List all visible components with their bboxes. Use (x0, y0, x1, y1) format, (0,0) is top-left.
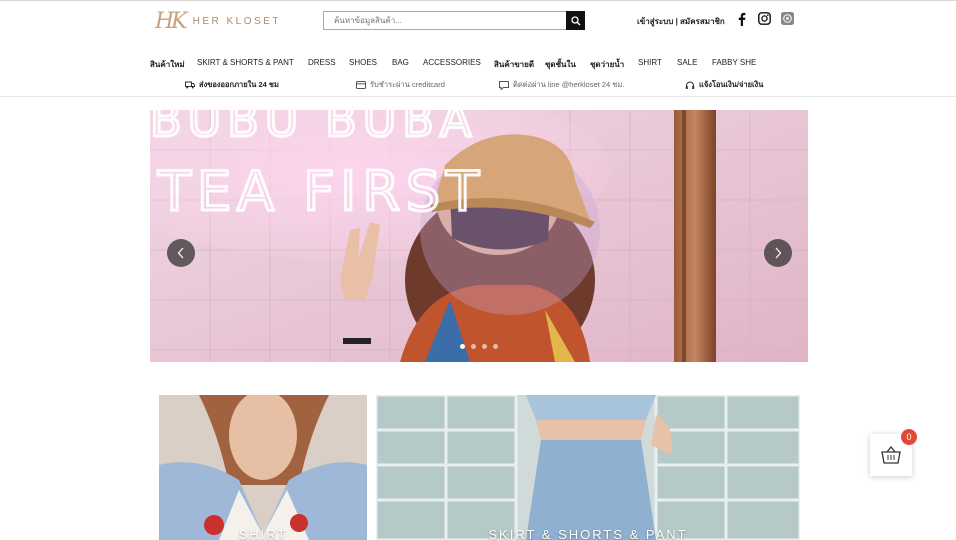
slider-dot[interactable] (482, 344, 487, 349)
nav-item-fabby-she[interactable]: FABBY SHE (712, 58, 756, 67)
info-shipping: ส่งของออกภายใน 24 ชม (185, 79, 279, 91)
slider-dot[interactable] (460, 344, 465, 349)
nav-item-skirt-shorts-pant[interactable]: SKIRT & SHORTS & PANT (197, 58, 294, 67)
category-label: SKIRT & SHORTS & PANT (488, 527, 688, 540)
nav-item-shirt[interactable]: SHIRT (638, 58, 662, 67)
hero-neon-text: BUBU BUBA TEA FIRST (150, 110, 485, 225)
basket-icon (881, 446, 901, 464)
facebook-icon (738, 12, 746, 26)
register-link[interactable]: สมัครสมาชิก (680, 17, 725, 26)
svg-text:TEA FIRST: TEA FIRST (157, 160, 485, 223)
instagram-icon (758, 12, 771, 25)
nav-item-bag[interactable]: BAG (392, 58, 409, 67)
search-button[interactable] (566, 11, 585, 30)
site-logo[interactable]: HK HER KLOSET (155, 9, 281, 34)
category-label: SHIRT (238, 527, 288, 540)
facebook-link[interactable] (737, 12, 746, 26)
info-bar: ส่งของออกภายใน 24 ชม รับชำระผ่าน creditc… (0, 79, 956, 91)
chevron-right-icon (775, 247, 782, 259)
line-icon (781, 12, 794, 25)
nav-item-swimwear[interactable]: ชุดว่ายน้ำ (590, 58, 624, 71)
category-image-skirt (376, 395, 800, 540)
info-notify: แจ้งโอนเงิน/จ่ายเงิน (685, 79, 763, 91)
slider-dot[interactable] (471, 344, 476, 349)
nav-item-bestseller[interactable]: สินค้าขายดี (494, 58, 534, 71)
truck-icon (185, 81, 195, 89)
svg-text:BUBU BUBA: BUBU BUBA (150, 110, 477, 147)
chat-icon (499, 80, 509, 90)
instagram-link[interactable] (758, 12, 771, 25)
nav-item-accessories[interactable]: ACCESSORIES (423, 58, 481, 67)
nav-item-sale[interactable]: SALE (677, 58, 697, 67)
info-contact: ติดต่อผ่าน line @herkloset 24 ชม. (499, 79, 624, 91)
slider-dots (460, 344, 498, 349)
nav-item-underwear[interactable]: ชุดชั้นใน (545, 58, 576, 71)
search-input[interactable] (324, 12, 566, 29)
credit-card-icon (356, 81, 366, 89)
cart-count-badge: 0 (901, 429, 917, 445)
slider-next-button[interactable] (764, 239, 792, 267)
search-icon (570, 15, 580, 25)
category-tile-skirt-shorts-pant[interactable]: SKIRT & SHORTS & PANT (376, 395, 800, 540)
slider-dot[interactable] (493, 344, 498, 349)
chevron-left-icon (177, 247, 184, 259)
nav-item-new[interactable]: สินค้าใหม่ (150, 58, 185, 71)
line-link[interactable] (781, 12, 794, 25)
account-links: เข้าสู่ระบบ | สมัครสมาชิก (637, 15, 725, 28)
nav-item-dress[interactable]: DRESS (308, 58, 336, 67)
hero-slider[interactable]: BUBU BUBA TEA FIRST (150, 110, 808, 362)
logo-mark: HK (155, 9, 188, 34)
account-separator: | (675, 17, 678, 26)
header-divider (0, 96, 956, 97)
slider-prev-button[interactable] (167, 239, 195, 267)
headset-icon (685, 81, 695, 89)
top-border (0, 0, 956, 1)
login-link[interactable]: เข้าสู่ระบบ (637, 17, 673, 26)
category-tile-shirt[interactable]: SHIRT (159, 395, 367, 540)
category-image-shirt (159, 395, 367, 540)
nav-item-shoes[interactable]: SHOES (349, 58, 377, 67)
search-box (323, 11, 585, 30)
info-payment: รับชำระผ่าน creditcard (356, 79, 445, 91)
logo-text: HER KLOSET (192, 16, 281, 27)
